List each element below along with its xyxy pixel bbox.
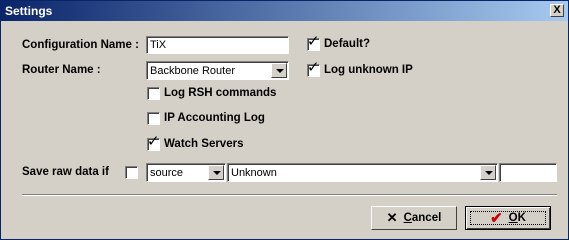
cancel-button[interactable]: ✕ Cancel [371,206,457,230]
log-unknown-ip-checkbox[interactable]: ✓ [307,59,320,77]
check-icon: ✓ [307,58,320,76]
settings-dialog: Settings X Configuration Name : TiX ✓ De… [0,0,569,240]
title-bar[interactable]: Settings X [1,1,568,21]
focus-rect [470,211,546,225]
config-name-label: Configuration Name : [22,39,139,51]
ok-button[interactable]: ✔ OK [465,206,551,230]
check-icon: ✓ [147,132,160,150]
chevron-down-icon [276,69,284,73]
save-raw-label: Save raw data if [22,166,109,178]
close-button[interactable]: X [550,4,564,17]
x-icon: ✕ [386,210,398,225]
cancel-label-underline: C [403,212,412,224]
router-name-value: Backbone Router [150,65,235,77]
config-name-input[interactable]: TiX [146,36,289,54]
log-rsh-label: Log RSH commands [164,87,277,99]
default-label: Default? [324,38,370,50]
save-raw-checkbox[interactable] [125,166,138,179]
log-unknown-ip-label: Log unknown IP [324,64,413,76]
chevron-down-icon [213,171,221,175]
watch-servers-checkbox[interactable]: ✓ [147,133,160,151]
chevron-down-icon [485,171,493,175]
ip-accounting-checkbox[interactable] [147,112,160,125]
save-raw-field-dropdown-button[interactable] [208,165,224,180]
ip-accounting-label: IP Accounting Log [164,112,265,124]
window-title: Settings [5,4,53,18]
watch-servers-label: Watch Servers [164,138,244,150]
separator [22,194,557,196]
cancel-label-rest: ancel [411,212,442,224]
router-name-select[interactable]: Backbone Router [146,61,289,80]
default-checkbox[interactable]: ✓ [307,33,320,51]
save-raw-condition-dropdown-button[interactable] [480,165,496,180]
save-raw-extra-input[interactable] [499,163,557,182]
save-raw-field-select[interactable]: source [146,163,226,182]
log-rsh-checkbox[interactable] [147,87,160,100]
save-raw-field-value: source [150,167,184,179]
save-raw-condition-value: Unknown [231,167,277,179]
router-name-label: Router Name : [22,64,101,76]
save-raw-condition-select[interactable]: Unknown [227,163,498,182]
check-icon: ✓ [307,32,320,50]
router-name-dropdown-button[interactable] [271,63,287,78]
